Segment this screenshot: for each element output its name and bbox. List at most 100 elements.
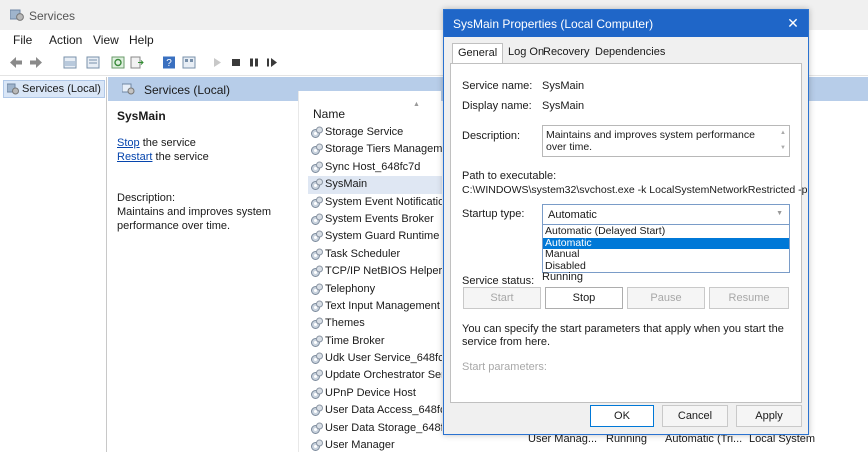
console-tree: Services (Local) [0, 77, 107, 452]
gear-icon [311, 143, 323, 156]
description-box: Maintains and improves system performanc… [542, 125, 790, 157]
service-row-label: System Events Broker [325, 212, 434, 225]
service-row[interactable]: SysMain [308, 176, 442, 194]
service-row-label: Storage Service [325, 126, 404, 138]
cancel-button[interactable]: Cancel [662, 405, 728, 427]
service-row-label: Time Broker [325, 334, 385, 347]
show-hide-tree-icon[interactable] [63, 56, 77, 69]
gear-icon [311, 439, 323, 452]
stop-service-icon[interactable] [229, 56, 243, 69]
startup-option[interactable]: Automatic [543, 237, 789, 250]
gear-icon [311, 369, 323, 382]
content-header-label: Services (Local) [144, 83, 231, 97]
tab-recovery[interactable]: Recovery [543, 46, 589, 58]
services-app-icon [10, 9, 24, 21]
menu-file[interactable]: File [13, 33, 32, 47]
menu-view[interactable]: View [93, 33, 119, 47]
service-row-label: Text Input Management Service [325, 299, 442, 312]
service-row-label: Udk User Service_648fc7d [325, 352, 442, 365]
service-status-value: Running [542, 271, 583, 283]
service-row[interactable]: TCP/IP NetBIOS Helper [308, 263, 442, 280]
services-icon [122, 83, 135, 95]
service-row[interactable]: Storage Service [308, 124, 442, 141]
start-button[interactable]: Start [463, 287, 541, 309]
service-row-label: TCP/IP NetBIOS Helper [325, 265, 442, 278]
service-row[interactable]: UPnP Device Host [308, 385, 442, 402]
service-row[interactable]: Task Scheduler [308, 246, 442, 263]
startup-type-combobox[interactable]: Automatic ▼ [542, 204, 790, 225]
gear-icon [311, 126, 323, 138]
gear-icon [311, 404, 323, 417]
stop-service-suffix: the service [139, 137, 196, 149]
service-status-label: Service status: [462, 275, 535, 287]
service-row-label: Update Orchestrator Service [325, 369, 442, 382]
restart-service-suffix: the service [152, 151, 209, 163]
window-title: Services [29, 9, 76, 23]
start-parameters-info: You can specify the start parameters tha… [462, 323, 784, 348]
service-row-label: Telephony [325, 282, 376, 295]
service-row[interactable]: User Data Access_648fc7d [308, 402, 442, 419]
service-row[interactable]: User Manager [308, 437, 442, 452]
tab-log-on[interactable]: Log On [508, 46, 544, 58]
description-scrollbar[interactable]: ▲ ▼ [777, 126, 789, 156]
gear-icon [311, 161, 323, 173]
column-header-name[interactable]: Name [313, 107, 345, 121]
gear-icon [311, 248, 323, 260]
service-row[interactable]: Storage Tiers Management [308, 141, 442, 158]
startup-option[interactable]: Automatic (Delayed Start) [543, 225, 789, 238]
path-label: Path to executable: [462, 170, 557, 182]
selected-service-name: SysMain [117, 109, 166, 123]
export-list-icon[interactable] [130, 56, 144, 69]
service-row[interactable]: Themes [308, 315, 442, 332]
menu-action[interactable]: Action [49, 33, 82, 47]
gear-icon [311, 352, 323, 365]
gear-icon [311, 387, 323, 399]
help-icon[interactable]: ? [162, 56, 176, 69]
service-name-value: SysMain [542, 80, 585, 92]
service-row[interactable]: Udk User Service_648fc7d [308, 350, 442, 367]
pause-service-icon[interactable] [247, 56, 261, 69]
tab-dependencies[interactable]: Dependencies [595, 46, 665, 58]
restart-service-link[interactable]: Restart [117, 151, 152, 163]
resume-button[interactable]: Resume [709, 287, 789, 309]
start-parameters-input[interactable] [462, 377, 790, 397]
menu-help[interactable]: Help [129, 33, 154, 47]
service-row[interactable]: Telephony [308, 281, 442, 298]
gear-icon [311, 283, 323, 295]
tree-node-label: Services (Local) [22, 83, 101, 95]
gear-icon [311, 335, 323, 347]
scroll-up-icon[interactable]: ▲ [780, 130, 786, 136]
apply-button[interactable]: Apply [736, 405, 802, 427]
gear-icon [311, 178, 323, 191]
service-row[interactable]: User Data Storage_648fc7d [308, 420, 442, 437]
service-row[interactable]: Time Broker [308, 333, 442, 350]
stop-service-link[interactable]: Stop [117, 137, 140, 149]
pause-button[interactable]: Pause [627, 287, 705, 309]
service-row[interactable]: System Events Broker [308, 211, 442, 228]
back-icon[interactable] [9, 56, 23, 69]
tab-general[interactable]: General [452, 43, 504, 64]
service-row-label: Storage Tiers Management [325, 143, 442, 156]
scroll-down-icon[interactable]: ▼ [780, 145, 786, 151]
start-service-icon[interactable] [210, 56, 224, 69]
service-row[interactable]: System Guard Runtime Monitor Broker [308, 228, 442, 245]
gear-icon [311, 317, 323, 330]
service-row[interactable]: Text Input Management Service [308, 298, 442, 315]
service-row[interactable]: Update Orchestrator Service [308, 367, 442, 384]
forward-icon[interactable] [29, 56, 43, 69]
service-row-label: UPnP Device Host [325, 386, 416, 399]
tree-node-services-local[interactable]: Services (Local) [3, 80, 105, 98]
service-row[interactable]: Sync Host_648fc7d [308, 159, 442, 176]
restart-service-icon[interactable] [265, 56, 279, 69]
stop-button[interactable]: Stop [545, 287, 623, 309]
close-icon[interactable]: ✕ [782, 12, 804, 34]
chevron-down-icon: ▼ [776, 210, 783, 217]
refresh-icon[interactable] [111, 56, 125, 69]
view-icon[interactable] [182, 56, 196, 69]
properties-pane-icon[interactable] [86, 56, 100, 69]
properties-dialog: SysMain Properties (Local Computer) ✕ Ge… [443, 9, 809, 435]
dialog-titlebar: SysMain Properties (Local Computer) ✕ [444, 10, 808, 37]
gear-icon [311, 196, 323, 208]
service-row[interactable]: System Event Notification Service [308, 194, 442, 211]
ok-button[interactable]: OK [590, 405, 654, 427]
